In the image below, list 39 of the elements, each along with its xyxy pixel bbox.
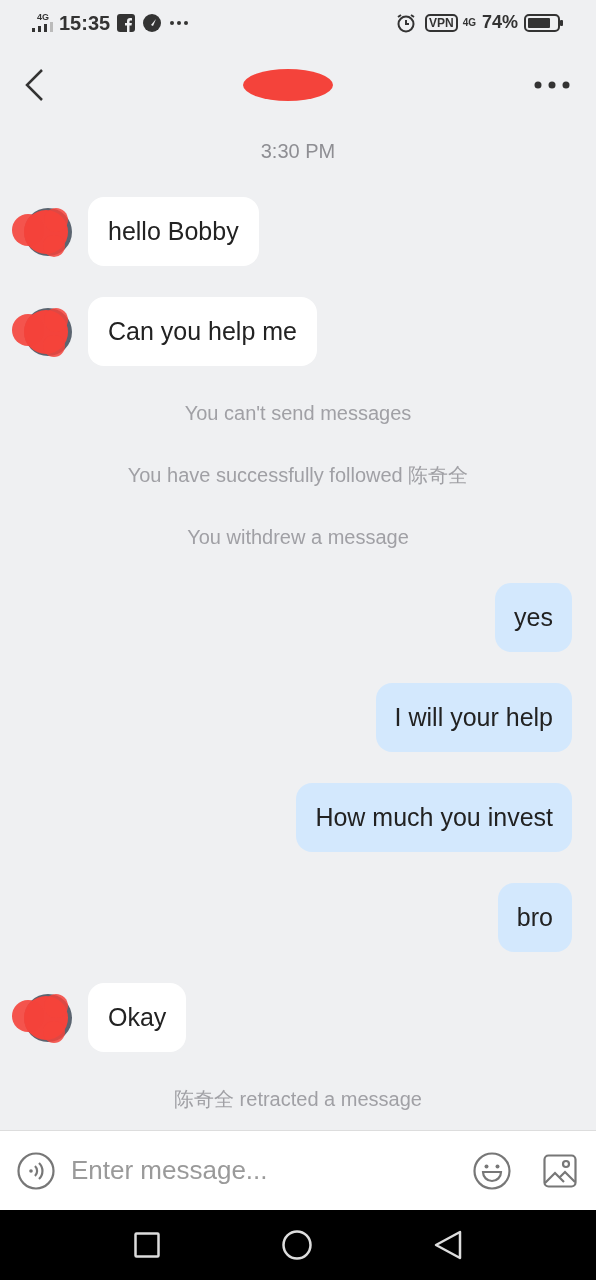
system-notice: 陈奇全 retracted a message bbox=[174, 1088, 422, 1110]
emoji-button[interactable] bbox=[473, 1151, 511, 1190]
alarm-icon bbox=[395, 12, 416, 33]
received-message: Can you help me bbox=[88, 297, 317, 366]
facebook-icon bbox=[117, 13, 136, 32]
system-notice: You can't send messages bbox=[184, 402, 412, 424]
voice-button[interactable] bbox=[17, 1151, 55, 1190]
system-notice: You have successfully followed 陈奇全 bbox=[127, 464, 469, 486]
sent-message: bro bbox=[497, 883, 572, 952]
received-message: Okay bbox=[88, 983, 187, 1052]
back-icon bbox=[24, 68, 44, 102]
home-button[interactable] bbox=[282, 1230, 312, 1260]
timestamp: 3:30 PM bbox=[260, 140, 336, 162]
sent-message: yes bbox=[495, 583, 572, 652]
more-icon bbox=[170, 20, 189, 25]
emoji-icon bbox=[473, 1151, 511, 1190]
message-input[interactable]: Enter message... bbox=[71, 1151, 463, 1190]
battery-icon bbox=[524, 13, 564, 32]
gauge-icon bbox=[143, 13, 162, 32]
system-notice: You withdrew a message bbox=[187, 526, 409, 548]
sent-message: I will your help bbox=[375, 683, 572, 752]
received-message: hello Bobby bbox=[88, 197, 259, 266]
image-button[interactable] bbox=[543, 1153, 577, 1188]
square-icon bbox=[134, 1232, 160, 1258]
signal-icon bbox=[32, 22, 54, 32]
image-icon bbox=[543, 1153, 577, 1188]
recents-button[interactable] bbox=[134, 1232, 160, 1258]
voice-icon bbox=[17, 1151, 55, 1190]
message-bar[interactable]: Enter message... bbox=[0, 1130, 596, 1210]
clock: 15:35 bbox=[59, 10, 111, 36]
network-label: 4G bbox=[37, 13, 49, 22]
data-label: 4G bbox=[462, 17, 476, 28]
back-nav-button[interactable] bbox=[434, 1230, 462, 1260]
triangle-icon bbox=[434, 1230, 462, 1260]
sent-message: How much you invest bbox=[296, 783, 572, 852]
vpn-badge: VPN bbox=[424, 13, 458, 32]
circle-icon bbox=[282, 1230, 312, 1260]
more-icon bbox=[534, 81, 570, 89]
battery-percent: 74% bbox=[481, 11, 518, 34]
